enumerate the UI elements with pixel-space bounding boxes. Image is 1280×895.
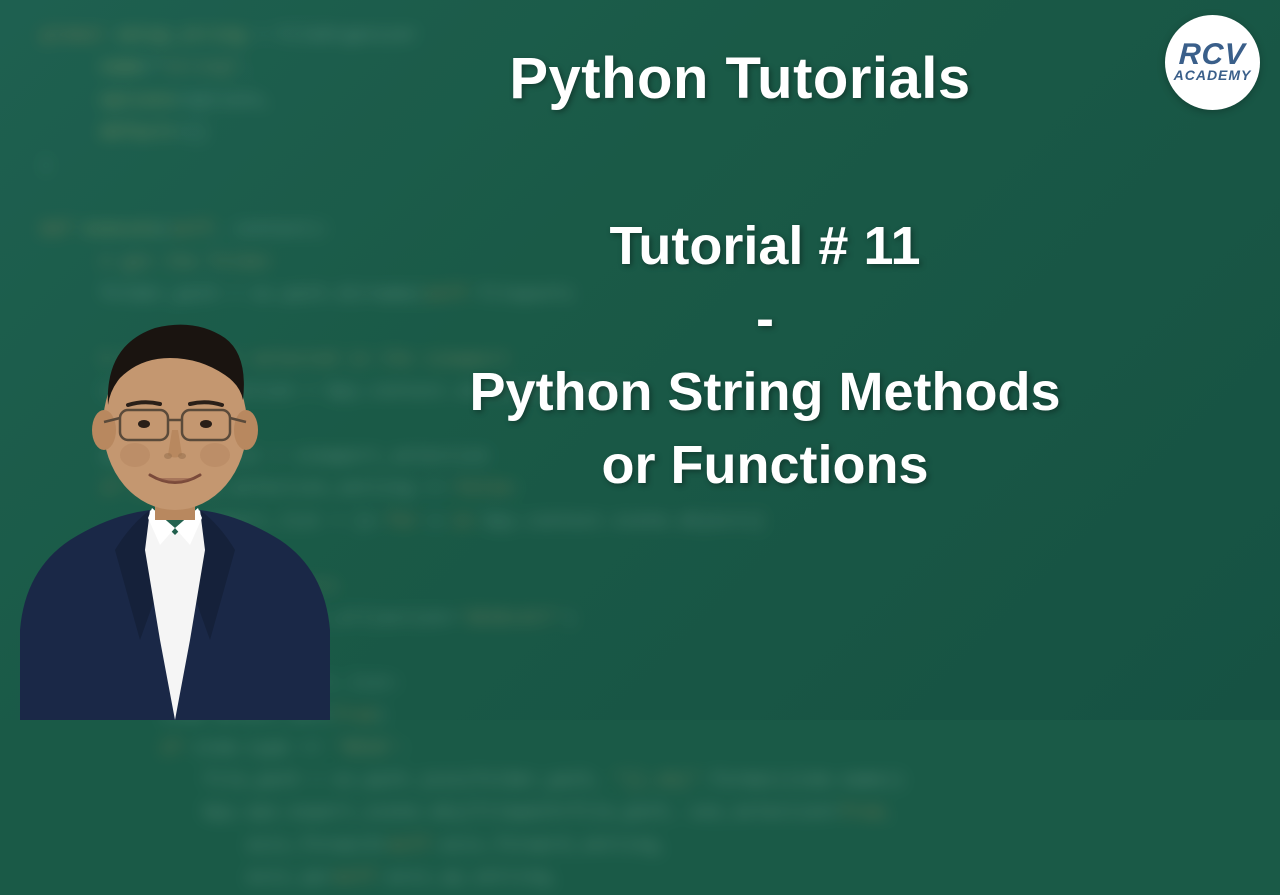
subtitle-line-1: Tutorial # 11 [320,210,1210,283]
subtitle-line-4: or Functions [320,429,1210,502]
main-title-block: Python Tutorials [320,45,1160,112]
brand-logo: RCV ACADEMY [1165,15,1260,110]
presenter-photo [0,290,350,720]
subtitle-line-3: Python String Methods [320,356,1210,429]
logo-main-text: RCV [1179,42,1247,68]
slide-title: Python Tutorials [320,45,1160,112]
subtitle-block: Tutorial # 11 - Python String Methods or… [320,210,1210,502]
subtitle-line-2: - [320,283,1210,356]
